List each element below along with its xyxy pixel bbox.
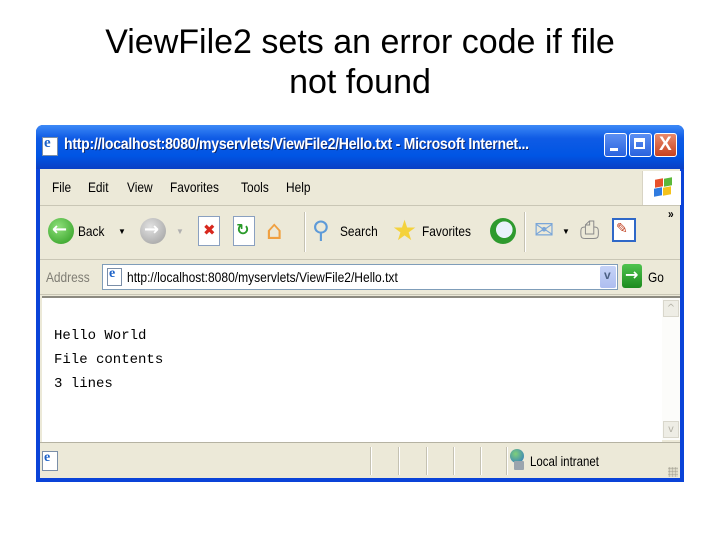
mail-dropdown-icon[interactable]: ▼ [562,227,570,236]
toolbar-overflow-chevron[interactable]: » [668,207,674,221]
favorites-star-icon: ★ [392,214,418,247]
menu-file[interactable]: File [52,179,71,195]
status-pane-divider [480,447,482,475]
address-input[interactable]: http://localhost:8080/myservlets/ViewFil… [102,264,618,290]
vertical-scrollbar[interactable]: ^ v [662,296,680,440]
forward-icon: → [140,218,166,244]
menu-help[interactable]: Help [286,179,310,195]
browser-window: http://localhost:8080/myservlets/ViewFil… [36,125,684,482]
stop-button[interactable]: ✖ [198,216,220,246]
status-pane-divider [506,447,508,475]
go-button[interactable]: Go [648,269,664,285]
menu-bar: File Edit View Favorites Tools Help [40,169,681,206]
go-arrow-icon[interactable] [622,264,642,288]
scroll-down-button[interactable]: v [663,421,679,438]
content-line: Hello World [54,328,147,344]
print-icon: ⎙ [580,216,600,244]
back-icon: ← [48,218,74,244]
status-pane-divider [370,447,372,475]
scroll-up-button[interactable]: ^ [663,300,679,317]
status-pane-divider [398,447,400,475]
back-button[interactable]: ← Back ▼ [48,218,126,246]
refresh-button[interactable]: ↻ [233,216,255,246]
forward-button[interactable]: → ▼ [140,218,184,246]
edit-button[interactable]: ✎ [612,218,636,242]
menu-tools[interactable]: Tools [241,179,269,195]
address-bar: Address http://localhost:8080/myservlets… [40,260,680,295]
print-button[interactable]: ⎙ [580,216,606,246]
edit-icon: ✎ [616,221,628,237]
standard-toolbar: ← Back ▼ → ▼ ✖ ↻ ⌂ ⚲ Search ★ Favorites … [40,206,680,260]
address-dropdown-icon[interactable] [600,266,616,288]
back-dropdown-icon[interactable]: ▼ [118,227,126,236]
search-icon: ⚲ [312,216,330,244]
slide-title-line-2: not found [289,63,431,101]
ie-page-icon [107,266,122,286]
window-title: http://localhost:8080/myservlets/ViewFil… [64,136,529,153]
address-label: Address [46,269,90,285]
favorites-button[interactable]: ★ Favorites [392,214,484,247]
home-icon: ⌂ [266,216,283,246]
history-icon [490,218,516,244]
favorites-label: Favorites [422,223,471,239]
security-zone-label: Local intranet [530,453,599,469]
browser-client: File Edit View Favorites Tools Help ← Ba… [40,169,681,479]
home-button[interactable]: ⌂ [266,216,294,246]
maximize-button[interactable] [629,133,652,157]
ie-status-icon [42,450,58,471]
slide-title-line-1: ViewFile2 sets an error code if file [105,23,615,61]
stop-icon: ✖ [203,221,216,239]
menu-favorites[interactable]: Favorites [170,179,219,195]
minimize-button[interactable] [604,133,627,157]
toolbar-separator [524,212,526,252]
page-content: Hello World File contents 3 lines [42,296,662,442]
toolbar-separator [304,212,306,252]
address-url[interactable]: http://localhost:8080/myservlets/ViewFil… [127,269,398,285]
menu-view[interactable]: View [127,179,153,195]
mail-icon: ✉ [534,216,555,244]
status-pane-divider [453,447,455,475]
menu-edit[interactable]: Edit [88,179,109,195]
windows-logo-icon [642,171,681,205]
mail-button[interactable]: ✉ ▼ [534,216,570,244]
resize-grip[interactable] [668,467,678,477]
close-button[interactable] [654,133,677,157]
content-line: 3 lines [54,376,113,392]
title-bar[interactable]: http://localhost:8080/myservlets/ViewFil… [36,125,684,169]
search-label: Search [340,223,378,239]
status-bar: Local intranet [40,442,680,479]
back-label: Back [78,223,105,239]
refresh-icon: ↻ [236,220,250,239]
slide-title: ViewFile2 sets an error code if file not… [0,22,720,102]
local-intranet-icon [510,449,528,471]
forward-dropdown-icon[interactable]: ▼ [176,227,184,236]
history-button[interactable] [490,218,516,244]
ie-page-icon[interactable] [42,135,58,156]
content-line: File contents [54,352,164,368]
text-body: Hello World File contents 3 lines [54,324,163,396]
search-button[interactable]: ⚲ Search [312,216,382,246]
status-pane-divider [426,447,428,475]
